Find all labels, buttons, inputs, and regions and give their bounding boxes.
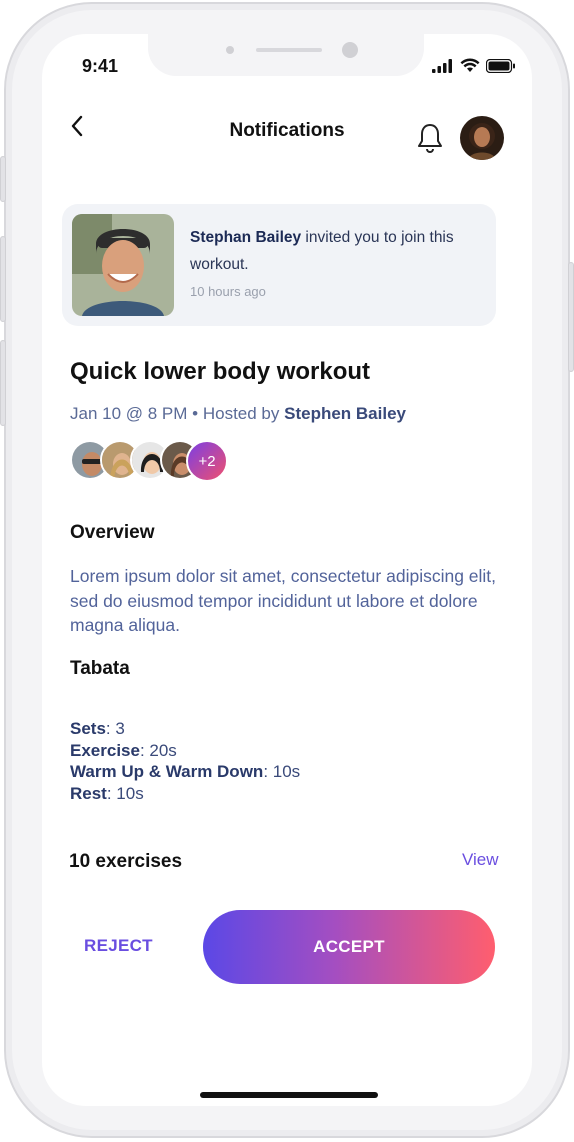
battery-icon <box>486 59 515 73</box>
more-participants-badge[interactable]: +2 <box>186 440 228 482</box>
invite-message: Stephan Bailey invited you to join this … <box>190 224 482 278</box>
view-exercises-link[interactable]: View <box>462 850 499 870</box>
notch <box>148 34 424 76</box>
accept-button[interactable]: ACCEPT <box>203 910 495 984</box>
wifi-icon <box>460 58 480 72</box>
spec-label: Warm Up & Warm Down <box>70 762 264 781</box>
event-meta: Jan 10 @ 8 PM • Hosted by Stephen Bailey <box>70 404 406 424</box>
spec-value: : 10s <box>263 762 301 781</box>
reject-button[interactable]: REJECT <box>84 936 153 956</box>
power-button <box>568 262 574 372</box>
spec-value: : 10s <box>106 783 144 803</box>
invite-notification-card[interactable]: Stephan Bailey invited you to join this … <box>62 204 496 326</box>
bell-icon[interactable] <box>416 122 444 154</box>
overview-heading: Overview <box>70 522 155 543</box>
user-avatar[interactable] <box>460 116 504 160</box>
screen: 9:41 Notifications Stephan Bailey invite… <box>42 34 532 1106</box>
spec-value: : 20s <box>139 740 177 760</box>
spec-rest: Rest: 10s <box>70 783 300 805</box>
cellular-signal-icon <box>432 59 452 73</box>
spec-exercise: Exercise: 20s <box>70 740 300 762</box>
tabata-specs: Sets: 3 Exercise: 20s Warm Up & Warm Dow… <box>70 718 300 804</box>
spec-warmup: Warm Up & Warm Down: 10s <box>70 761 300 783</box>
spec-sets: Sets: 3 <box>70 718 300 740</box>
invite-timestamp: 10 hours ago <box>190 284 266 299</box>
event-title: Quick lower body workout <box>70 358 371 385</box>
tabata-heading: Tabata <box>70 658 130 679</box>
spec-label: Sets <box>70 719 106 738</box>
spec-value: : 3 <box>105 719 125 738</box>
spec-label: Exercise <box>70 740 140 760</box>
spec-label: Rest <box>70 783 107 803</box>
status-time: 9:41 <box>82 56 119 76</box>
volume-down-button <box>0 340 6 426</box>
inviter-photo <box>72 214 174 316</box>
volume-up-button <box>0 236 6 322</box>
exercises-heading: 10 exercises <box>69 851 183 872</box>
overview-text: Lorem ipsum dolor sit amet, consectetur … <box>70 566 497 635</box>
event-host[interactable]: Stephen Bailey <box>284 404 406 423</box>
event-datetime: Jan 10 @ 8 PM <box>70 404 188 423</box>
mute-switch <box>0 156 6 202</box>
page-title: Notifications <box>229 120 345 141</box>
inviter-name[interactable]: Stephan Bailey <box>190 229 301 246</box>
participants-stack[interactable]: +2 <box>70 440 270 482</box>
status-icons <box>432 58 516 73</box>
event-meta-separator: • Hosted by <box>187 404 285 423</box>
home-indicator <box>200 1092 378 1098</box>
